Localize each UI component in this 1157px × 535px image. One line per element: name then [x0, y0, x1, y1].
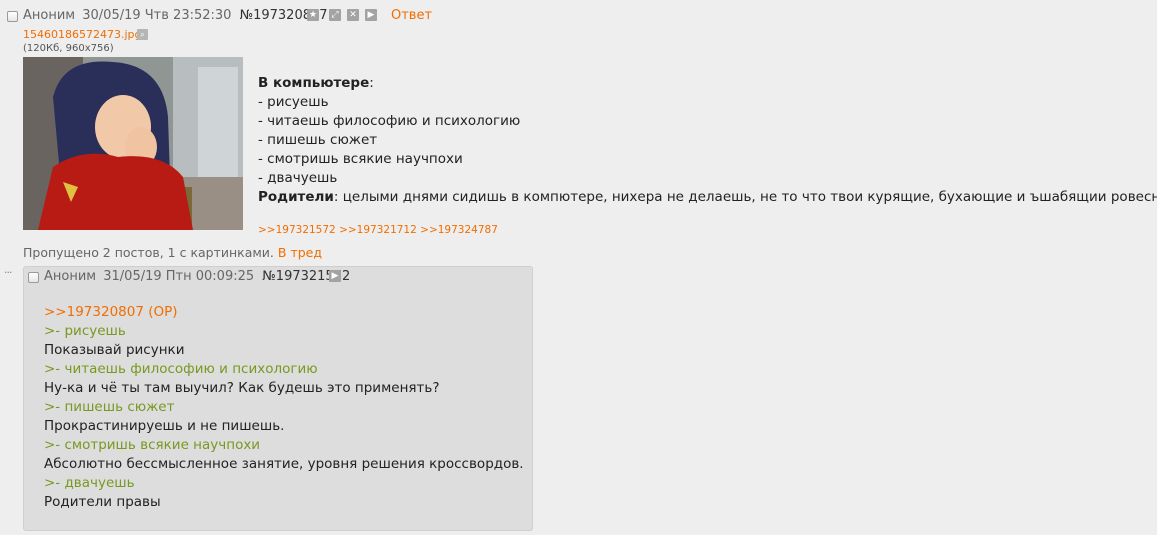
open-thread-link[interactable]: В тред	[278, 245, 322, 260]
message-item: - читаешь философию и психологию	[258, 113, 521, 129]
quote-line: >- двачуешь	[44, 475, 135, 491]
file-name-link[interactable]: 15460186572473.jpg	[23, 28, 142, 41]
reply-ref-link[interactable]: >>197321572	[258, 224, 336, 236]
file-info: (120Кб, 960x756)	[23, 43, 114, 54]
parents-text: : целыми днями сидишь в компютере, нихер…	[333, 189, 1157, 205]
op-reference-link[interactable]: >>197320807 (OP)	[44, 303, 524, 322]
reply-header: Аноним 31/05/19 Птн 00:09:25 №197321572	[44, 269, 350, 284]
quote-line: >- читаешь философию и психологию	[44, 361, 318, 377]
parents-label: Родители	[258, 189, 334, 205]
reply-ref-link[interactable]: >>197321712	[339, 224, 417, 236]
post-select-checkbox[interactable]	[7, 11, 18, 22]
expand-icon[interactable]: ⤢	[329, 9, 341, 21]
text-line: Родители правы	[44, 494, 161, 510]
text-line: Ну-ка и чё ты там выучил? Как будешь это…	[44, 380, 440, 396]
play-icon[interactable]: ▶	[329, 270, 341, 282]
text-line: Показывай рисунки	[44, 342, 185, 358]
star-icon[interactable]: ★	[307, 9, 319, 21]
reply-message: >>197320807 (OP) >- рисуешь Показывай ри…	[44, 303, 524, 512]
message-item: - двачуешь	[258, 170, 338, 186]
op-header: Аноним 30/05/19 Чтв 23:52:30 №197320807	[23, 8, 328, 23]
hide-icon[interactable]: ✕	[347, 9, 359, 21]
reply-link[interactable]: Ответ	[391, 8, 432, 23]
author-name: Аноним	[23, 8, 76, 23]
message-item: - пишешь сюжет	[258, 132, 378, 148]
reply-date: 31/05/19 Птн 00:09:25	[103, 269, 255, 284]
message-heading-colon: :	[369, 75, 374, 91]
reply-ref-link[interactable]: >>197324787	[420, 224, 498, 236]
text-line: Прокрастинируешь и не пишешь.	[44, 418, 285, 434]
post-thumbnail[interactable]	[23, 57, 243, 230]
magnifier-icon[interactable]: ⌕	[137, 29, 148, 40]
quote-line: >- пишешь сюжет	[44, 399, 175, 415]
post-date: 30/05/19 Чтв 23:52:30	[82, 8, 232, 23]
reply-author: Аноним	[44, 269, 97, 284]
omitted-posts: Пропущено 2 постов, 1 с картинками. В тр…	[23, 245, 322, 260]
play-icon[interactable]: ▶	[365, 9, 377, 21]
message-item: - рисуешь	[258, 94, 329, 110]
reply-select-checkbox[interactable]	[28, 272, 39, 283]
op-message: В компьютере: - рисуешь - читаешь филосо…	[258, 74, 1157, 207]
quote-line: >- смотришь всякие научпохи	[44, 437, 261, 453]
quote-line: >- рисуешь	[44, 323, 126, 339]
message-item: - смотришь всякие научпохи	[258, 151, 463, 167]
replies-list: >>197321572 >>197321712 >>197324787	[258, 224, 498, 236]
omitted-text: Пропущено 2 постов, 1 с картинками.	[23, 245, 274, 260]
message-heading: В компьютере	[258, 75, 370, 91]
text-line: Абсолютно бессмысленное занятие, уровня …	[44, 456, 524, 472]
reply-dots: ···	[4, 266, 12, 279]
